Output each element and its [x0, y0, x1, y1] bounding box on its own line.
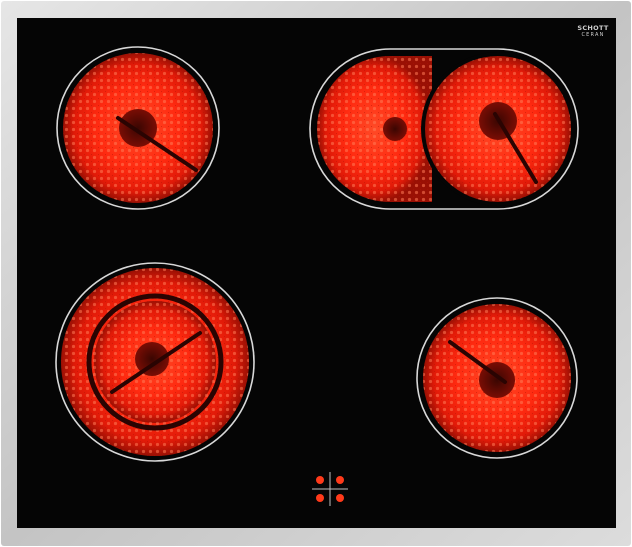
control-dot-top-left[interactable] — [316, 476, 324, 484]
control-panel[interactable] — [312, 472, 348, 506]
control-dot-top-right[interactable] — [336, 476, 344, 484]
control-dot-bottom-right[interactable] — [336, 494, 344, 502]
brand-line-1: SCHOTT — [577, 24, 609, 32]
control-dot-bottom-left[interactable] — [316, 494, 324, 502]
brand-line-2: CERAN — [581, 31, 605, 38]
cooktop-photo — [1, 1, 631, 546]
brand-logo: SCHOTT CERAN — [568, 25, 618, 38]
